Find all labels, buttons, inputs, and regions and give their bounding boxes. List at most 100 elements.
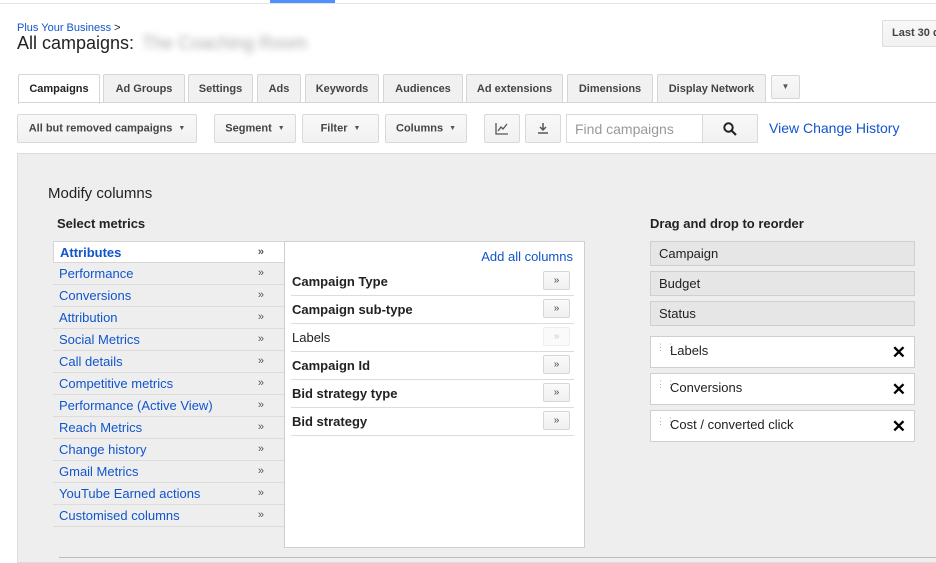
tab-keywords[interactable]: Keywords — [305, 74, 379, 103]
status-filter-label: All but removed campaigns — [28, 122, 173, 135]
remove-column-icon[interactable]: ✕ — [892, 418, 906, 435]
double-chevron-right-icon: » — [257, 487, 264, 499]
panel-bottom-divider — [59, 557, 936, 558]
metric-name: Campaign sub-type — [292, 302, 413, 317]
tab-ad-extensions[interactable]: Ad extensions — [466, 74, 563, 103]
search-button[interactable] — [702, 114, 758, 143]
category-label: Customised columns — [59, 508, 180, 523]
category-call-details[interactable]: Call details » — [53, 351, 284, 373]
add-metric-button[interactable]: » — [543, 411, 570, 430]
category-label: Social Metrics — [59, 332, 140, 347]
modify-columns-title: Modify columns — [48, 185, 153, 202]
tab-settings[interactable]: Settings — [188, 74, 253, 103]
metric-row: Labels » — [291, 324, 574, 352]
columns-label: Columns — [396, 122, 444, 135]
tab-ad-groups[interactable]: Ad Groups — [103, 74, 185, 103]
triangle-down-icon: ▼ — [781, 82, 790, 91]
category-label: Reach Metrics — [59, 420, 143, 435]
top-divider — [0, 3, 936, 4]
metrics-list-box: Add all columns Campaign Type » Campaign … — [284, 241, 585, 548]
metric-category-list: Attributes » Performance » Conversions » At… — [53, 241, 284, 527]
double-chevron-right-icon: » — [257, 289, 264, 301]
add-metric-button[interactable]: » — [543, 355, 570, 374]
category-label: YouTube Earned actions — [59, 486, 201, 501]
category-youtube-earned-actions[interactable]: YouTube Earned actions » — [53, 483, 284, 505]
tab-ads[interactable]: Ads — [257, 74, 301, 103]
metric-name: Bid strategy — [292, 414, 368, 429]
chevron-down-icon: ▼ — [277, 125, 285, 132]
chevron-down-icon: ▼ — [178, 125, 186, 132]
metric-name: Labels — [292, 330, 331, 345]
filter-label: Filter — [320, 122, 348, 135]
reorder-heading: Drag and drop to reorder — [650, 216, 804, 231]
tab-campaigns[interactable]: Campaigns — [18, 74, 100, 104]
double-chevron-right-icon: » — [257, 267, 264, 279]
category-reach-metrics[interactable]: Reach Metrics » — [53, 417, 284, 439]
filter-dropdown[interactable]: Filter ▼ — [302, 114, 379, 143]
metric-row: Campaign sub-type » — [291, 296, 574, 324]
category-label: Gmail Metrics — [59, 464, 139, 479]
double-chevron-right-icon: » — [257, 355, 264, 367]
line-chart-icon — [495, 123, 508, 135]
segment-label: Segment — [225, 122, 272, 135]
selected-column-cost-converted-click[interactable]: ⋮⋮ Cost / converted click ✕ — [650, 410, 915, 442]
double-chevron-right-icon: » — [257, 421, 264, 433]
search-input[interactable] — [566, 114, 703, 143]
tabs-divider — [18, 102, 936, 103]
view-change-history-link[interactable]: View Change History — [769, 120, 899, 136]
category-label: Performance — [59, 266, 134, 281]
remove-column-icon[interactable]: ✕ — [892, 344, 906, 361]
category-attribution[interactable]: Attribution » — [53, 307, 284, 329]
search-icon — [723, 122, 737, 136]
page-title-text: All campaigns: — [17, 33, 135, 53]
double-chevron-right-icon: » — [257, 246, 264, 258]
metric-name: Bid strategy type — [292, 386, 398, 401]
category-performance-active-view[interactable]: Performance (Active View) » — [53, 395, 284, 417]
add-metric-button[interactable]: » — [543, 271, 570, 290]
tab-display-network[interactable]: Display Network — [657, 74, 766, 103]
category-label: Conversions — [59, 288, 132, 303]
metric-row: Bid strategy » — [291, 408, 574, 436]
category-gmail-metrics[interactable]: Gmail Metrics » — [53, 461, 284, 483]
tab-audiences[interactable]: Audiences — [383, 74, 463, 103]
chevron-down-icon: ▼ — [449, 125, 456, 132]
category-social-metrics[interactable]: Social Metrics » — [53, 329, 284, 351]
select-metrics-heading: Select metrics — [57, 216, 146, 231]
selected-column-label: Conversions — [670, 380, 743, 395]
fixed-column-campaign: Campaign — [650, 241, 915, 266]
chart-toggle-button[interactable] — [484, 114, 520, 143]
date-range-button[interactable]: Last 30 days — [882, 20, 936, 47]
add-metric-button[interactable]: » — [543, 299, 570, 318]
category-label: Competitive metrics — [59, 376, 174, 391]
chevron-down-icon: ▼ — [353, 125, 361, 132]
double-chevron-right-icon: » — [257, 311, 264, 323]
double-chevron-right-icon: » — [257, 509, 264, 521]
segment-dropdown[interactable]: Segment ▼ — [214, 114, 296, 143]
add-metric-button-disabled: » — [543, 327, 570, 346]
page-title: All campaigns: The Coaching Room — [17, 33, 307, 54]
selected-column-conversions[interactable]: ⋮⋮ Conversions ✕ — [650, 373, 915, 405]
metric-row: Bid strategy type » — [291, 380, 574, 408]
add-all-columns-link[interactable]: Add all columns — [481, 249, 573, 264]
category-label: Call details — [59, 354, 123, 369]
download-button[interactable] — [525, 114, 561, 143]
category-performance[interactable]: Performance » — [53, 263, 284, 285]
tab-dimensions[interactable]: Dimensions — [567, 74, 653, 103]
double-chevron-right-icon: » — [257, 333, 264, 345]
category-customised-columns[interactable]: Customised columns » — [53, 505, 284, 527]
category-label: Change history — [59, 442, 147, 457]
more-tabs-dropdown[interactable]: ▼ — [771, 75, 800, 99]
category-change-history[interactable]: Change history » — [53, 439, 284, 461]
category-competitive-metrics[interactable]: Competitive metrics » — [53, 373, 284, 395]
category-attributes[interactable]: Attributes » — [53, 241, 284, 263]
columns-dropdown[interactable]: Columns ▼ — [385, 114, 467, 143]
category-label: Attributes — [60, 245, 122, 260]
category-conversions[interactable]: Conversions » — [53, 285, 284, 307]
download-icon — [538, 123, 548, 134]
status-filter-dropdown[interactable]: All but removed campaigns ▼ — [17, 114, 197, 143]
remove-column-icon[interactable]: ✕ — [892, 381, 906, 398]
selected-column-labels[interactable]: ⋮⋮ Labels ✕ — [650, 336, 915, 368]
add-metric-button[interactable]: » — [543, 383, 570, 402]
category-label: Attribution — [59, 310, 118, 325]
metric-name: Campaign Id — [292, 358, 371, 373]
